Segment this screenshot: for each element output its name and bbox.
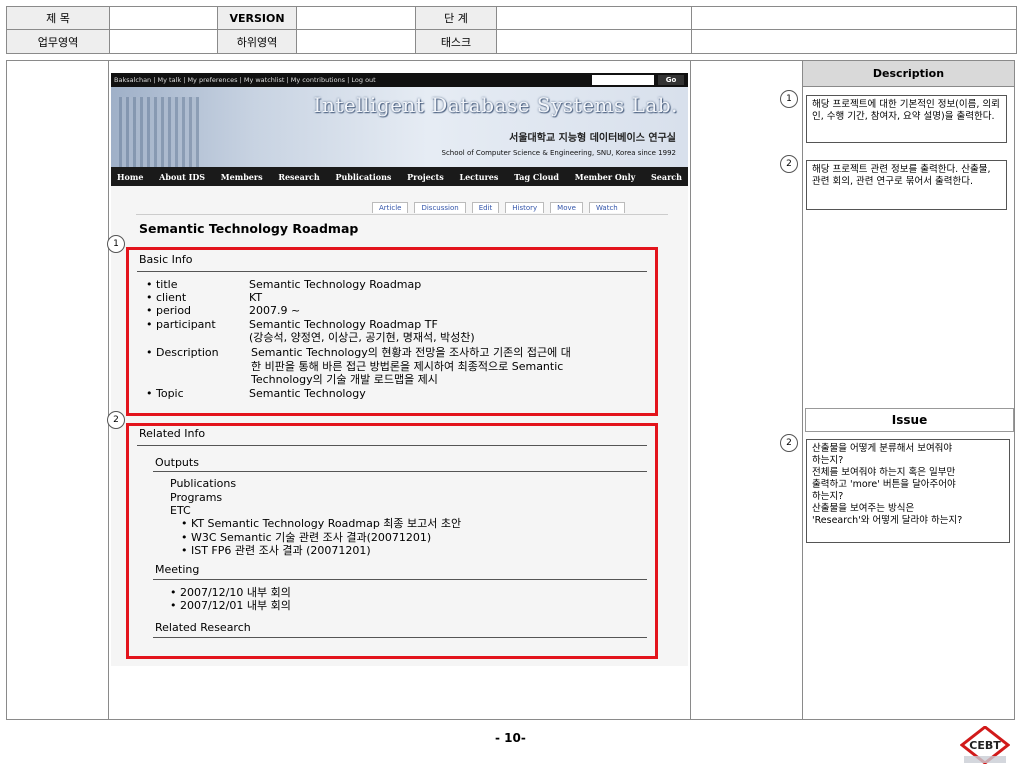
info-val-title: Semantic Technology Roadmap xyxy=(249,278,422,291)
cebt-logo: CEBT xyxy=(960,726,1010,764)
related-research-rule xyxy=(153,637,647,638)
output-item-publications[interactable]: Publications xyxy=(170,477,236,490)
site-go-button[interactable]: Go xyxy=(658,75,684,85)
issue-line: 산출물을 어떻게 분류해서 보여줘야 xyxy=(812,443,953,454)
info-val-topic: Semantic Technology xyxy=(249,387,366,400)
nav-member-only[interactable]: Member Only xyxy=(575,172,636,182)
outputs-heading: Outputs xyxy=(155,456,199,469)
info-val-client: KT xyxy=(249,291,263,304)
meeting-heading: Meeting xyxy=(155,563,200,576)
stage-label: 단 계 xyxy=(416,7,496,29)
site-banner: Intelligent Database Systems Lab. 서울대학교 … xyxy=(111,87,688,167)
nav-projects[interactable]: Projects xyxy=(407,172,444,182)
issue-line: 출력하고 'more' 버튼을 달아주어야 xyxy=(812,479,956,490)
frame-right-divider xyxy=(802,60,803,720)
description-line: 한 비판을 통해 바른 접근 방법론을 제시하여 최종적으로 Semantic xyxy=(251,360,564,373)
meeting-rule xyxy=(153,579,647,580)
issue-line: 전체를 보여줘야 하는지 혹은 일부만 xyxy=(812,467,956,478)
output-item-etc[interactable]: ETC xyxy=(170,504,191,517)
document-header-table: 제 목 업무영역 VERSION 하위영역 단 계 태스크 xyxy=(6,6,1017,54)
nav-lectures[interactable]: Lectures xyxy=(459,172,498,182)
frame-middle-divider xyxy=(690,60,691,720)
info-key-description: • Description xyxy=(146,346,219,359)
outputs-rule xyxy=(153,471,647,472)
info-val-period: 2007.9 ~ xyxy=(249,304,301,317)
participant-names: (강승석, 양정연, 이상근, 공기현, 명재석, 박성찬) xyxy=(249,331,475,344)
issue-line: 하는지? xyxy=(812,491,844,502)
nav-about-ids[interactable]: About IDS xyxy=(159,172,205,182)
nav-home[interactable]: Home xyxy=(117,172,143,182)
issue-line: 'Research'와 어떻게 달라야 하는지? xyxy=(812,515,963,526)
version-label: VERSION xyxy=(218,7,296,29)
wiki-tabs: Article Discussion Edit History Move Wat… xyxy=(372,202,625,213)
lab-title: Intelligent Database Systems Lab. xyxy=(313,93,678,117)
issue-heading: Issue xyxy=(805,408,1014,432)
issue-line: 하는지? xyxy=(812,455,844,466)
nav-research[interactable]: Research xyxy=(278,172,319,182)
basic-info-heading: Basic Info xyxy=(139,253,193,266)
info-key-client: • client xyxy=(146,291,187,304)
etc-item[interactable]: • KT Semantic Technology Roadmap 최종 보고서 … xyxy=(181,517,461,530)
marker-2-issue: 2 xyxy=(780,434,798,452)
info-key-topic: • Topic xyxy=(146,387,184,400)
nav-publications[interactable]: Publications xyxy=(335,172,391,182)
info-key-participant: • participant xyxy=(146,318,216,331)
tabs-divider xyxy=(136,214,668,215)
site-nav-bar: Home About IDS Members Research Publicat… xyxy=(111,167,688,186)
title-label: 제 목 xyxy=(7,7,109,29)
description-heading: Description xyxy=(803,61,1014,87)
related-info-heading: Related Info xyxy=(139,427,206,440)
lab-school-line: School of Computer Science & Engineering… xyxy=(441,149,677,157)
marker-2-desc: 2 xyxy=(780,155,798,173)
description-line: Semantic Technology의 현황과 전망을 조사하고 기존의 접근… xyxy=(251,346,571,359)
description-note-2: 해당 프로젝트 관련 정보를 출력한다. 산출물, 관련 회의, 관련 연구로 … xyxy=(806,160,1007,210)
tab-discussion[interactable]: Discussion xyxy=(414,202,466,213)
info-key-period: • period xyxy=(146,304,192,317)
frame-left-divider xyxy=(108,60,109,720)
tab-edit[interactable]: Edit xyxy=(471,202,500,213)
marker-1-desc: 1 xyxy=(780,90,798,108)
related-info-rule xyxy=(137,445,647,446)
site-search-input[interactable] xyxy=(592,75,654,85)
nav-search[interactable]: Search xyxy=(651,172,682,182)
page-title: Semantic Technology Roadmap xyxy=(139,221,359,236)
info-val-participant: Semantic Technology Roadmap TF xyxy=(249,318,438,331)
nav-tag-cloud[interactable]: Tag Cloud xyxy=(514,172,559,182)
page-number: - 10- xyxy=(495,731,526,745)
nav-members[interactable]: Members xyxy=(221,172,263,182)
tab-history[interactable]: History xyxy=(505,202,545,213)
description-note-1: 해당 프로젝트에 대한 기본적인 정보(이름, 의뢰인, 수행 기간, 참여자,… xyxy=(806,95,1007,143)
area-label: 업무영역 xyxy=(7,30,109,53)
tab-move[interactable]: Move xyxy=(550,202,583,213)
lab-korean-name: 서울대학교 지능형 데이터베이스 연구실 xyxy=(509,133,676,144)
marker-1: 1 xyxy=(107,235,125,253)
tab-watch[interactable]: Watch xyxy=(588,202,625,213)
related-research-heading: Related Research xyxy=(155,621,251,634)
marker-2: 2 xyxy=(107,411,125,429)
subarea-label: 하위영역 xyxy=(218,30,296,53)
etc-item[interactable]: • IST FP6 관련 조사 결과 (20071201) xyxy=(181,544,371,557)
basic-info-rule xyxy=(137,271,647,272)
task-label: 태스크 xyxy=(416,30,496,53)
issue-note: 산출물을 어떻게 분류해서 보여줘야 하는지? 전체를 보여줘야 하는지 혹은 … xyxy=(806,439,1010,543)
info-key-title: • title xyxy=(146,278,178,291)
meeting-item[interactable]: • 2007/12/01 내부 회의 xyxy=(170,599,291,612)
description-line: Technology의 기술 개발 로드맵을 제시 xyxy=(251,373,438,386)
etc-item[interactable]: • W3C Semantic 기술 관련 조사 결과(20071201) xyxy=(181,531,431,544)
logo-text: CEBT xyxy=(969,739,1001,752)
tab-article[interactable]: Article xyxy=(372,202,409,213)
output-item-programs[interactable]: Programs xyxy=(170,491,222,504)
issue-line: 산출물을 보여주는 방식은 xyxy=(812,503,915,514)
meeting-item[interactable]: • 2007/12/10 내부 회의 xyxy=(170,586,291,599)
building-image xyxy=(119,97,199,167)
